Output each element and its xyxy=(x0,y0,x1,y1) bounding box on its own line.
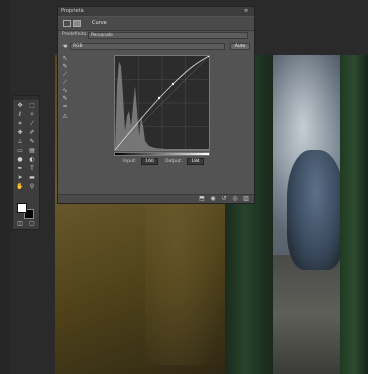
reset-icon[interactable]: ↺ xyxy=(220,196,228,202)
zoom-icon[interactable]: ⚲ xyxy=(27,183,37,191)
mask-icon[interactable] xyxy=(73,20,81,27)
screen-mode-icon[interactable]: ▢ xyxy=(27,220,37,228)
clip-icon[interactable]: ⬒ xyxy=(198,196,206,202)
view-previous-icon[interactable]: ◉ xyxy=(209,196,217,202)
preset-select[interactable]: Personale xyxy=(88,32,248,39)
output-label: Output: xyxy=(165,159,183,164)
shape-icon[interactable]: ▬ xyxy=(27,174,37,182)
gradient-icon[interactable]: ▤ xyxy=(27,147,37,155)
curves-graph-svg xyxy=(114,54,211,151)
photo-right-frame xyxy=(340,55,368,374)
adjustment-layer-icon[interactable] xyxy=(63,20,71,27)
photo-floor xyxy=(273,255,348,374)
preset-row: Predefinito: Personale xyxy=(58,32,254,40)
eyedropper-icon[interactable]: ⁄ xyxy=(27,120,37,128)
hand-icon[interactable]: ✋ xyxy=(15,183,25,191)
panel-titlebar[interactable]: Proprietà ≡ xyxy=(58,7,254,16)
history-brush-icon[interactable]: ✎ xyxy=(27,138,37,146)
crop-icon[interactable]: ⌗ xyxy=(15,120,25,128)
target-adjust-icon[interactable]: ☚ xyxy=(62,43,67,50)
panel-menu-icon[interactable]: ≡ xyxy=(244,7,248,16)
channel-row: ☚ RGB Auto xyxy=(58,42,254,52)
dodge-icon[interactable]: ◐ xyxy=(27,156,37,164)
curve-edit-icon[interactable]: ∿ xyxy=(60,87,70,95)
auto-button[interactable]: Auto xyxy=(230,43,250,50)
panel-title: Proprietà xyxy=(61,8,84,14)
quick-select-icon[interactable]: ✧ xyxy=(27,111,37,119)
pencil-sample-icon[interactable]: ✎ xyxy=(60,63,70,71)
foreground-color-swatch[interactable] xyxy=(17,203,27,213)
input-output-row: Input: 160 Output: 184 xyxy=(113,158,253,166)
spot-heal-icon[interactable]: ✚ xyxy=(15,129,25,137)
panel-footer: ⬒ ◉ ↺ ◎ ▥ xyxy=(58,194,254,203)
tools-panel: ✥ ⬚ ℓ ✧ ⌗ ⁄ ✚ ✐ ⊥ ✎ ▭ ▤ ● ◐ ✒ T ➤ ▬ ✋ ⚲ … xyxy=(12,95,40,230)
brush-icon[interactable]: ✐ xyxy=(27,129,37,137)
visibility-icon[interactable]: ◎ xyxy=(231,196,239,202)
type-icon[interactable]: T xyxy=(27,165,37,173)
channel-select[interactable]: RGB xyxy=(70,43,225,50)
tools-panel-grip[interactable] xyxy=(13,96,39,100)
tab-curves: Curve xyxy=(92,20,107,26)
path-select-icon[interactable]: ➤ xyxy=(15,174,25,182)
input-field[interactable]: 160 xyxy=(141,158,158,165)
properties-panel[interactable]: Proprietà ≡ Curve Predefinito: Personale… xyxy=(57,6,255,204)
move-icon[interactable]: ✥ xyxy=(15,102,25,110)
eraser-icon[interactable]: ▭ xyxy=(15,147,25,155)
blur-icon[interactable]: ● xyxy=(15,156,25,164)
curves-graph[interactable] xyxy=(114,54,211,151)
eyedropper-gray-icon[interactable]: ⟋ xyxy=(60,79,70,87)
pointer-icon[interactable]: ↖ xyxy=(60,55,70,63)
clone-stamp-icon[interactable]: ⊥ xyxy=(15,138,25,146)
input-gradient-bar xyxy=(114,152,210,156)
curve-tools: ↖ ✎ ⟋ ⟋ ∿ ✎ ≈ ⚠ xyxy=(60,55,70,120)
lasso-icon[interactable]: ℓ xyxy=(15,111,25,119)
eyedropper-black-icon[interactable]: ⟋ xyxy=(60,71,70,79)
quick-mask-icon[interactable]: ◫ xyxy=(15,220,25,228)
curve-point[interactable] xyxy=(171,82,175,86)
preset-label: Predefinito: xyxy=(62,32,88,37)
photo-person xyxy=(287,150,345,270)
left-workspace-edge xyxy=(0,0,10,374)
curve-point[interactable] xyxy=(157,96,161,100)
properties-tabs: Curve xyxy=(58,17,254,31)
trash-icon[interactable]: ▥ xyxy=(242,196,250,202)
input-label: Input: xyxy=(123,159,137,164)
marquee-icon[interactable]: ⬚ xyxy=(27,102,37,110)
smooth-icon[interactable]: ≈ xyxy=(60,103,70,111)
warning-icon[interactable]: ⚠ xyxy=(60,113,70,121)
pencil-icon[interactable]: ✎ xyxy=(60,95,70,103)
pen-icon[interactable]: ✒ xyxy=(15,165,25,173)
output-field[interactable]: 184 xyxy=(187,158,204,165)
